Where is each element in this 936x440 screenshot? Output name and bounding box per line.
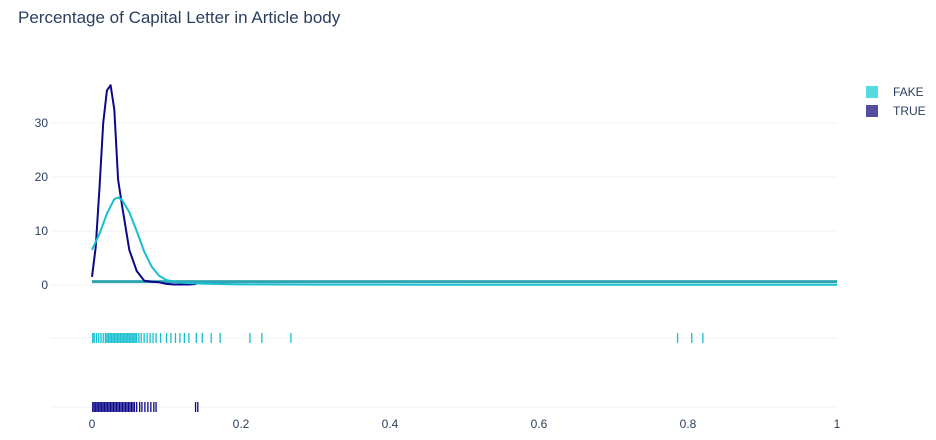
x-tick-label-1: 0.2 — [233, 417, 250, 431]
rug-plots — [92, 333, 704, 412]
legend-label-fake: FAKE — [893, 84, 924, 99]
legend-item-true[interactable]: TRUE — [866, 101, 926, 120]
x-tick-label-2: 0.4 — [382, 417, 399, 431]
legend-swatch-fake — [866, 85, 878, 98]
legend-label-true: TRUE — [893, 103, 926, 118]
chart-plot-area: 0 0.2 0.4 0.6 0.8 1 0 10 20 30 — [35, 84, 841, 431]
x-axis-ticks: 0 0.2 0.4 0.6 0.8 1 — [89, 417, 841, 431]
legend-item-fake[interactable]: FAKE — [866, 82, 926, 101]
legend: FAKE TRUE — [866, 82, 926, 120]
y-tick-label-0: 0 — [41, 278, 48, 292]
legend-swatch-true — [866, 104, 878, 117]
y-tick-label-2: 20 — [35, 170, 49, 184]
kde-curve-true — [91, 84, 197, 286]
kde-curves — [91, 84, 837, 286]
y-axis-ticks: 0 10 20 30 — [35, 116, 49, 292]
x-tick-label-4: 0.8 — [680, 417, 697, 431]
kde-curve-fake — [91, 196, 837, 286]
x-tick-label-0: 0 — [89, 417, 96, 431]
y-tick-label-1: 10 — [35, 224, 49, 238]
y-tick-label-3: 30 — [35, 116, 49, 130]
x-tick-label-5: 1 — [834, 417, 841, 431]
gridlines — [50, 122, 837, 408]
x-tick-label-3: 0.6 — [531, 417, 548, 431]
